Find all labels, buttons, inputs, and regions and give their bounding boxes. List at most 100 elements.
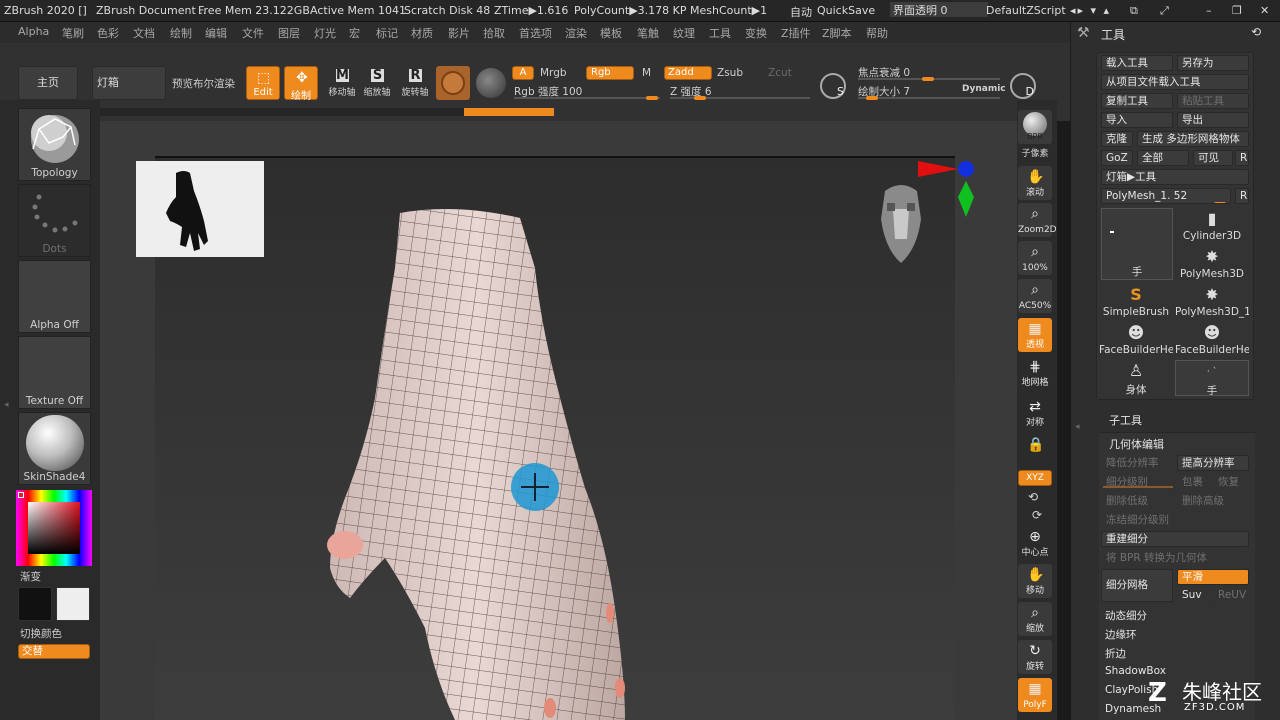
tool-polymesh3d[interactable]: ✸ PolyMesh3D bbox=[1175, 246, 1249, 282]
zsub-toggle[interactable]: Zsub bbox=[717, 67, 743, 79]
smooth-toggle[interactable]: 平滑 bbox=[1177, 569, 1249, 585]
subtool-header[interactable]: 子工具 bbox=[1109, 412, 1142, 428]
menu-item-12[interactable]: 影片 bbox=[448, 25, 470, 41]
rotate-gizmo-button[interactable]: R 旋转轴 bbox=[398, 69, 432, 98]
crease-header[interactable]: 折边 bbox=[1105, 646, 1126, 661]
bpr-to-geo-button[interactable]: 将 BPR 转换为几何体 bbox=[1101, 550, 1249, 566]
z-intensity-knob[interactable] bbox=[694, 96, 706, 100]
stroke-thumbnail[interactable]: Dots bbox=[18, 184, 91, 257]
floor-button[interactable]: ⋕ 地网格 bbox=[1018, 356, 1052, 390]
axis-gizmo[interactable] bbox=[910, 157, 980, 221]
rgb-intensity-knob[interactable] bbox=[646, 96, 658, 100]
mrgb-toggle[interactable]: Mrgb bbox=[540, 67, 567, 79]
delete-higher-button[interactable]: 删除高级 bbox=[1177, 493, 1249, 509]
make-polymesh-button[interactable]: 生成 多边形网格物体 bbox=[1137, 131, 1249, 147]
tool-panel-title[interactable]: 工具 bbox=[1101, 26, 1125, 43]
lightbox-tools-button[interactable]: 灯箱▶工具 bbox=[1101, 169, 1249, 185]
current-tool-thumbnail[interactable]: 手 bbox=[1101, 208, 1173, 280]
subpixel-label[interactable]: 子像素 bbox=[1018, 146, 1052, 159]
focal-shift-slider[interactable] bbox=[858, 77, 1000, 81]
menu-item-1[interactable]: 笔刷 bbox=[62, 25, 84, 41]
suv-toggle[interactable]: Suv bbox=[1177, 587, 1211, 603]
menu-item-23[interactable]: 帮助 bbox=[866, 25, 888, 41]
layout-icon[interactable]: ⧉ bbox=[1130, 4, 1138, 18]
tool-body[interactable]: ♙ 身体 bbox=[1099, 360, 1173, 396]
draw-button[interactable]: ✥ 绘制 bbox=[284, 66, 318, 102]
tool-facebuilder-2[interactable]: ☻ FaceBuilderHe bbox=[1175, 322, 1249, 358]
move-view-button[interactable]: ✋ 移动 bbox=[1018, 564, 1052, 598]
edit-button[interactable]: ⬚ Edit bbox=[246, 66, 280, 100]
paste-tool-button[interactable]: 粘贴工具 bbox=[1177, 93, 1249, 109]
menu-item-13[interactable]: 拾取 bbox=[483, 25, 505, 41]
polymesh-slider[interactable]: PolyMesh_1. 52 bbox=[1101, 188, 1231, 204]
scale-gizmo-button[interactable]: S 缩放轴 bbox=[360, 69, 394, 98]
secondary-color-swatch[interactable] bbox=[56, 587, 90, 621]
gradient-label[interactable]: 渐变 bbox=[20, 569, 41, 584]
tool-cylinder3d[interactable]: ▮ Cylinder3D bbox=[1175, 208, 1249, 244]
menu-item-7[interactable]: 图层 bbox=[278, 25, 300, 41]
xyz-button[interactable]: XYZ bbox=[1018, 470, 1052, 486]
z-intensity-slider[interactable] bbox=[670, 96, 810, 100]
zcut-toggle[interactable]: Zcut bbox=[768, 67, 792, 79]
load-tool-button[interactable]: 载入工具 bbox=[1101, 55, 1173, 71]
alternate-button[interactable]: 交替 bbox=[18, 644, 90, 659]
draw-size-knob[interactable] bbox=[866, 96, 878, 100]
fullscreen-icon[interactable]: ⤢ bbox=[1160, 4, 1169, 18]
goz-visible-button[interactable]: 可见 bbox=[1193, 150, 1233, 166]
tool-facebuilder-1[interactable]: ☻ FaceBuilderHe bbox=[1099, 322, 1173, 358]
polyf-button[interactable]: ▦ PolyF bbox=[1018, 678, 1052, 712]
menu-item-16[interactable]: 模板 bbox=[600, 25, 622, 41]
tool-hand[interactable]: · ˋ 手 bbox=[1175, 360, 1249, 396]
menu-item-11[interactable]: 材质 bbox=[411, 25, 433, 41]
edgeloop-header[interactable]: 边缘环 bbox=[1105, 627, 1137, 642]
menu-item-19[interactable]: 工具 bbox=[709, 25, 731, 41]
color-sphere-icon[interactable] bbox=[476, 68, 506, 98]
rgb-intensity-slider[interactable] bbox=[514, 96, 660, 100]
lock-button[interactable]: 🔒 bbox=[1018, 434, 1052, 468]
close-icon[interactable]: ✕ bbox=[1260, 4, 1269, 17]
menu-item-15[interactable]: 渲染 bbox=[565, 25, 587, 41]
menu-item-2[interactable]: 色彩 bbox=[97, 25, 119, 41]
collapse-right-icon[interactable]: ◂ bbox=[1075, 422, 1081, 434]
menu-item-5[interactable]: 编辑 bbox=[205, 25, 227, 41]
switch-color-button[interactable]: 切换颜色 bbox=[20, 626, 62, 641]
canvas-viewport[interactable] bbox=[100, 121, 1017, 720]
clone-button[interactable]: 克隆 bbox=[1101, 131, 1133, 147]
goz-all-button[interactable]: 全部 bbox=[1137, 150, 1189, 166]
a-toggle[interactable]: A bbox=[512, 66, 534, 80]
goz-button[interactable]: GoZ bbox=[1101, 150, 1133, 166]
menu-item-6[interactable]: 文件 bbox=[242, 25, 264, 41]
scroll-button[interactable]: ✋ 滚动 bbox=[1018, 166, 1052, 200]
menu-item-14[interactable]: 首选项 bbox=[519, 25, 552, 41]
focal-shift-knob[interactable] bbox=[922, 77, 934, 81]
default-zscript[interactable]: DefaultZScript bbox=[986, 4, 1066, 17]
rgb-toggle[interactable]: Rgb bbox=[586, 66, 634, 80]
ac50-button[interactable]: ⌕ AC50% bbox=[1018, 279, 1052, 313]
refresh-icon[interactable]: ⟲ bbox=[1251, 25, 1261, 39]
main-color-swatch[interactable] bbox=[18, 587, 52, 621]
save-as-button[interactable]: 另存为 bbox=[1177, 55, 1249, 71]
import-button[interactable]: 导入 bbox=[1101, 112, 1173, 128]
geometry-header[interactable]: 几何体编辑 bbox=[1109, 436, 1164, 452]
d-button[interactable]: D bbox=[1010, 73, 1036, 99]
preview-render-button[interactable]: 预览布尔渲染 bbox=[172, 76, 235, 91]
tool-simplebrush[interactable]: S SimpleBrush bbox=[1099, 284, 1173, 320]
dynamic-toggle[interactable]: Dynamic bbox=[962, 84, 1006, 94]
copy-tool-button[interactable]: 复制工具 bbox=[1101, 93, 1173, 109]
reconstruct-subdiv-button[interactable]: 重建细分 bbox=[1101, 531, 1249, 547]
cage-button[interactable]: 包裹 bbox=[1177, 474, 1211, 490]
zoom2d-button[interactable]: ⌕ Zoom2D bbox=[1018, 203, 1057, 237]
alpha-thumbnail[interactable]: Alpha Off bbox=[18, 260, 91, 333]
zoom-view-button[interactable]: ⌕ 缩放 bbox=[1018, 602, 1052, 636]
actual-size-button[interactable]: ⌕ 100% bbox=[1018, 241, 1052, 275]
polymesh-r-button[interactable]: R bbox=[1235, 188, 1249, 204]
menu-item-9[interactable]: 宏 bbox=[349, 25, 360, 41]
freeze-sdiv-button[interactable]: 冻结细分级别 bbox=[1101, 512, 1249, 528]
menu-item-0[interactable]: Alpha bbox=[18, 25, 49, 38]
menu-item-3[interactable]: 文档 bbox=[133, 25, 155, 41]
zadd-toggle[interactable]: Zadd bbox=[664, 66, 712, 80]
color-picker-square[interactable] bbox=[28, 502, 80, 554]
goz-r-button[interactable]: R bbox=[1235, 150, 1249, 166]
quicksave-button[interactable]: QuickSave bbox=[817, 4, 875, 17]
center-button[interactable]: ⊕ 中心点 bbox=[1018, 526, 1052, 560]
